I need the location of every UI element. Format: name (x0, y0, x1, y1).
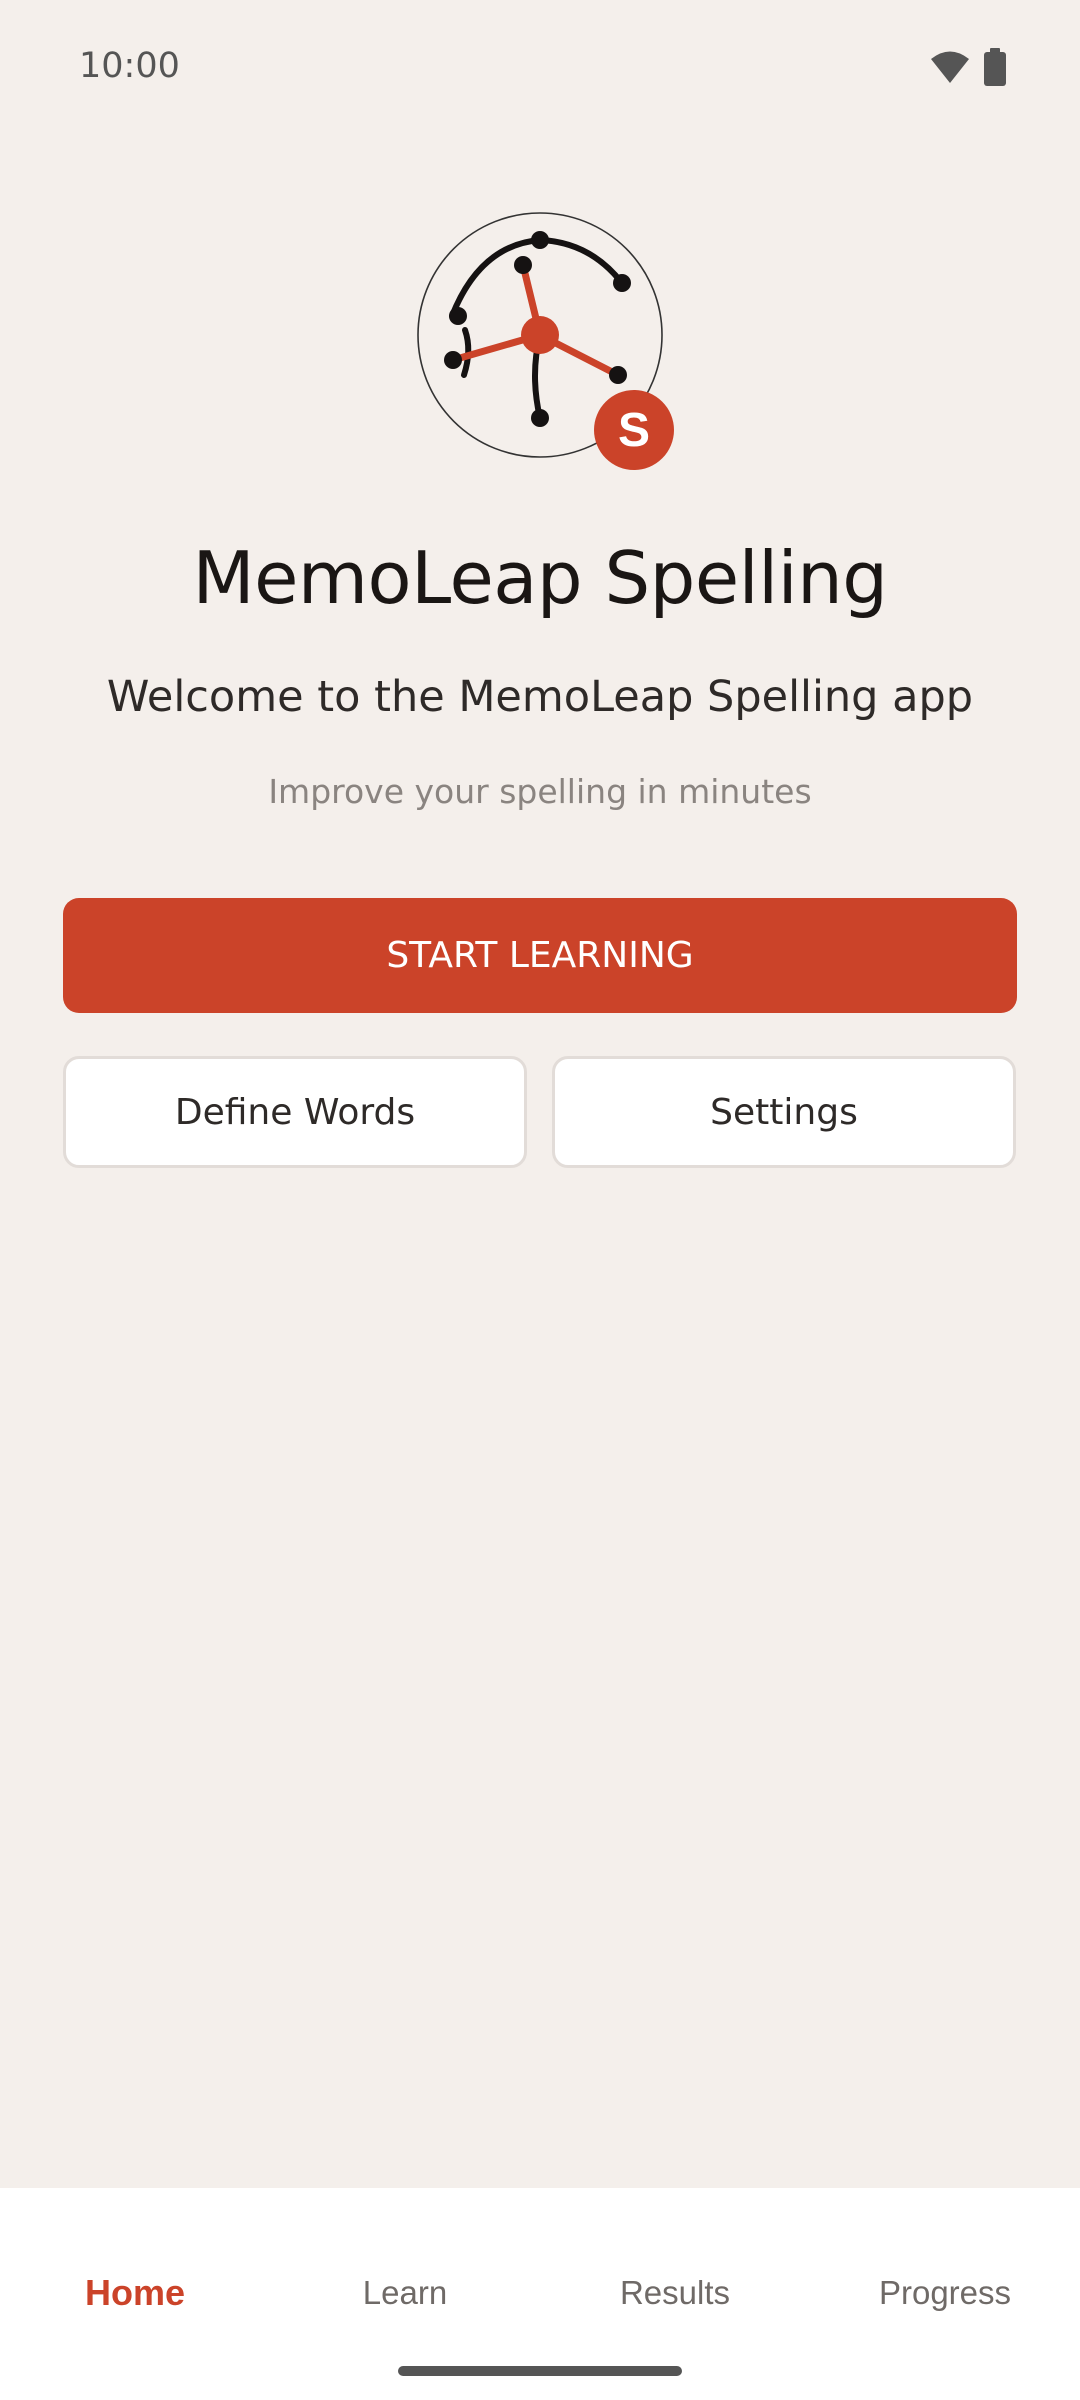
home-indicator[interactable] (398, 2366, 682, 2376)
welcome-text: Welcome to the MemoLeap Spelling app (106, 672, 974, 722)
status-time: 10:00 (79, 46, 180, 86)
nav-tab-learn[interactable]: Learn (270, 2274, 540, 2312)
start-learning-button[interactable]: START LEARNING (63, 898, 1017, 1013)
status-bar: 10:00 (0, 0, 1080, 130)
logo-badge-letter: S (617, 403, 650, 457)
status-icons (930, 48, 1006, 91)
app-logo: S (410, 205, 690, 485)
bottom-navigation: Home Learn Results Progress (0, 2188, 1080, 2400)
wifi-icon (930, 50, 970, 89)
nav-tab-progress[interactable]: Progress (810, 2274, 1080, 2312)
battery-icon (984, 48, 1006, 91)
nav-tab-results[interactable]: Results (540, 2274, 810, 2312)
define-words-button[interactable]: Define Words (63, 1056, 527, 1168)
nav-tab-home[interactable]: Home (0, 2272, 270, 2314)
app-title: MemoLeap Spelling (192, 536, 888, 620)
settings-button[interactable]: Settings (552, 1056, 1016, 1168)
tagline-text: Improve your spelling in minutes (268, 772, 812, 811)
